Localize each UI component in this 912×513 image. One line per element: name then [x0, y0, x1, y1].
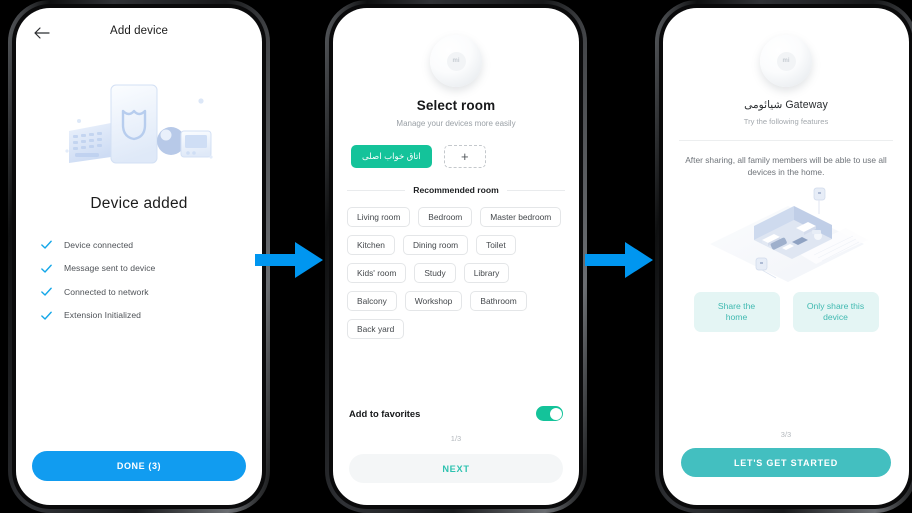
- room-chip[interactable]: Balcony: [347, 291, 397, 311]
- select-room-heading: Select room: [416, 98, 496, 113]
- isometric-smart-home-illustration: [696, 182, 876, 290]
- list-item-label: Device connected: [64, 239, 134, 250]
- add-to-favorites-label: Add to favorites: [349, 408, 421, 419]
- screen-select-room: mi Select room Manage your devices more …: [333, 8, 579, 505]
- share-device-button[interactable]: Only share this device: [792, 292, 879, 333]
- share-home-button[interactable]: Share the home: [693, 292, 780, 333]
- room-chip[interactable]: Workshop: [404, 291, 463, 311]
- share-home-line1: Share the: [717, 300, 756, 311]
- screenshot-stage: Add device Device added Device connected…: [0, 0, 912, 513]
- room-chip[interactable]: Bedroom: [418, 207, 473, 227]
- selected-room-row: اتاق خواب اصلی +: [333, 145, 579, 168]
- share-device-line1: Only share this: [806, 300, 865, 311]
- done-button[interactable]: DONE (3): [32, 451, 246, 481]
- page-title: Add device: [110, 25, 168, 37]
- check-icon: [41, 287, 52, 296]
- room-chip[interactable]: Toilet: [476, 235, 516, 255]
- room-chip[interactable]: Kids' room: [347, 263, 407, 283]
- room-chip[interactable]: Back yard: [347, 319, 405, 339]
- lets-get-started-button[interactable]: LET'S GET STARTED: [681, 448, 891, 477]
- phone-mockup-1: Add device Device added Device connected…: [8, 0, 270, 513]
- select-room-subheading: Manage your devices more easily: [396, 119, 516, 128]
- share-device-line2: device: [823, 312, 848, 323]
- mi-gateway-puck-icon: mi: [430, 35, 482, 87]
- add-to-favorites-toggle[interactable]: [536, 406, 563, 421]
- gateway-heading: شیائومی Gateway: [744, 99, 828, 111]
- flow-arrow-1: [255, 242, 323, 278]
- share-home-line2: home: [725, 312, 748, 323]
- list-item: Extension Initialized: [40, 306, 262, 325]
- room-chip[interactable]: Library: [463, 263, 510, 283]
- list-item-label: Extension Initialized: [64, 310, 142, 320]
- share-options-row: Share the home Only share this device: [663, 292, 909, 333]
- list-item-label: Connected to network: [64, 286, 149, 297]
- next-button[interactable]: NEXT: [349, 454, 563, 483]
- room-chip[interactable]: Study: [414, 263, 456, 283]
- recommended-room-divider: Recommended room: [347, 185, 566, 195]
- list-item: Connected to network: [40, 282, 262, 301]
- toggle-knob: [549, 407, 562, 420]
- plus-icon[interactable]: +: [443, 145, 486, 168]
- phone-bezel-1: Add device Device added Device connected…: [12, 4, 266, 509]
- mi-logo: mi: [446, 51, 466, 71]
- mi-gateway-puck-icon: mi: [760, 35, 812, 87]
- mi-logo: mi: [776, 51, 796, 71]
- room-chip[interactable]: Bathroom: [470, 291, 527, 311]
- room-chip-grid: Living room Bedroom Master bedroom Kitch…: [333, 195, 579, 339]
- room-chip[interactable]: Living room: [347, 207, 411, 227]
- room-chip[interactable]: Master bedroom: [480, 207, 562, 227]
- sharing-description: After sharing, all family members will b…: [685, 155, 887, 178]
- check-icon: [41, 311, 52, 320]
- section-label: Recommended room: [413, 185, 499, 195]
- devices-illustration: [59, 71, 219, 171]
- screen-gateway-features: mi شیائومی Gateway Try the following fea…: [663, 8, 909, 505]
- list-item-label: Message sent to device: [64, 263, 156, 273]
- arrow-left-icon[interactable]: [34, 26, 50, 40]
- divider-line-left: [347, 189, 406, 191]
- phone-bezel-2: mi Select room Manage your devices more …: [329, 4, 583, 509]
- phone-mockup-2: mi Select room Manage your devices more …: [325, 0, 587, 513]
- gateway-subheading: Try the following features: [743, 117, 829, 126]
- check-icon: [41, 240, 52, 249]
- selected-room-chip[interactable]: اتاق خواب اصلی: [351, 145, 432, 168]
- divider-line-right: [506, 189, 566, 191]
- list-item: Device connected: [40, 235, 262, 254]
- room-chip[interactable]: Dining room: [402, 235, 469, 255]
- page-indicator: 1/3: [450, 434, 462, 443]
- phone-mockup-3: mi شیائومی Gateway Try the following fea…: [655, 0, 912, 513]
- flow-arrow-2: [585, 242, 653, 278]
- room-chip[interactable]: Kitchen: [347, 235, 395, 255]
- list-item: Message sent to device: [40, 259, 262, 278]
- status-checklist: Device connected Message sent to device …: [40, 235, 262, 325]
- page-indicator: 3/3: [780, 430, 792, 439]
- screen-add-device: Add device Device added Device connected…: [16, 8, 262, 505]
- device-added-heading: Device added: [90, 195, 188, 212]
- phone-bezel-3: mi شیائومی Gateway Try the following fea…: [659, 4, 912, 509]
- check-icon: [41, 264, 52, 273]
- add-to-favorites-row: Add to favorites: [349, 406, 563, 421]
